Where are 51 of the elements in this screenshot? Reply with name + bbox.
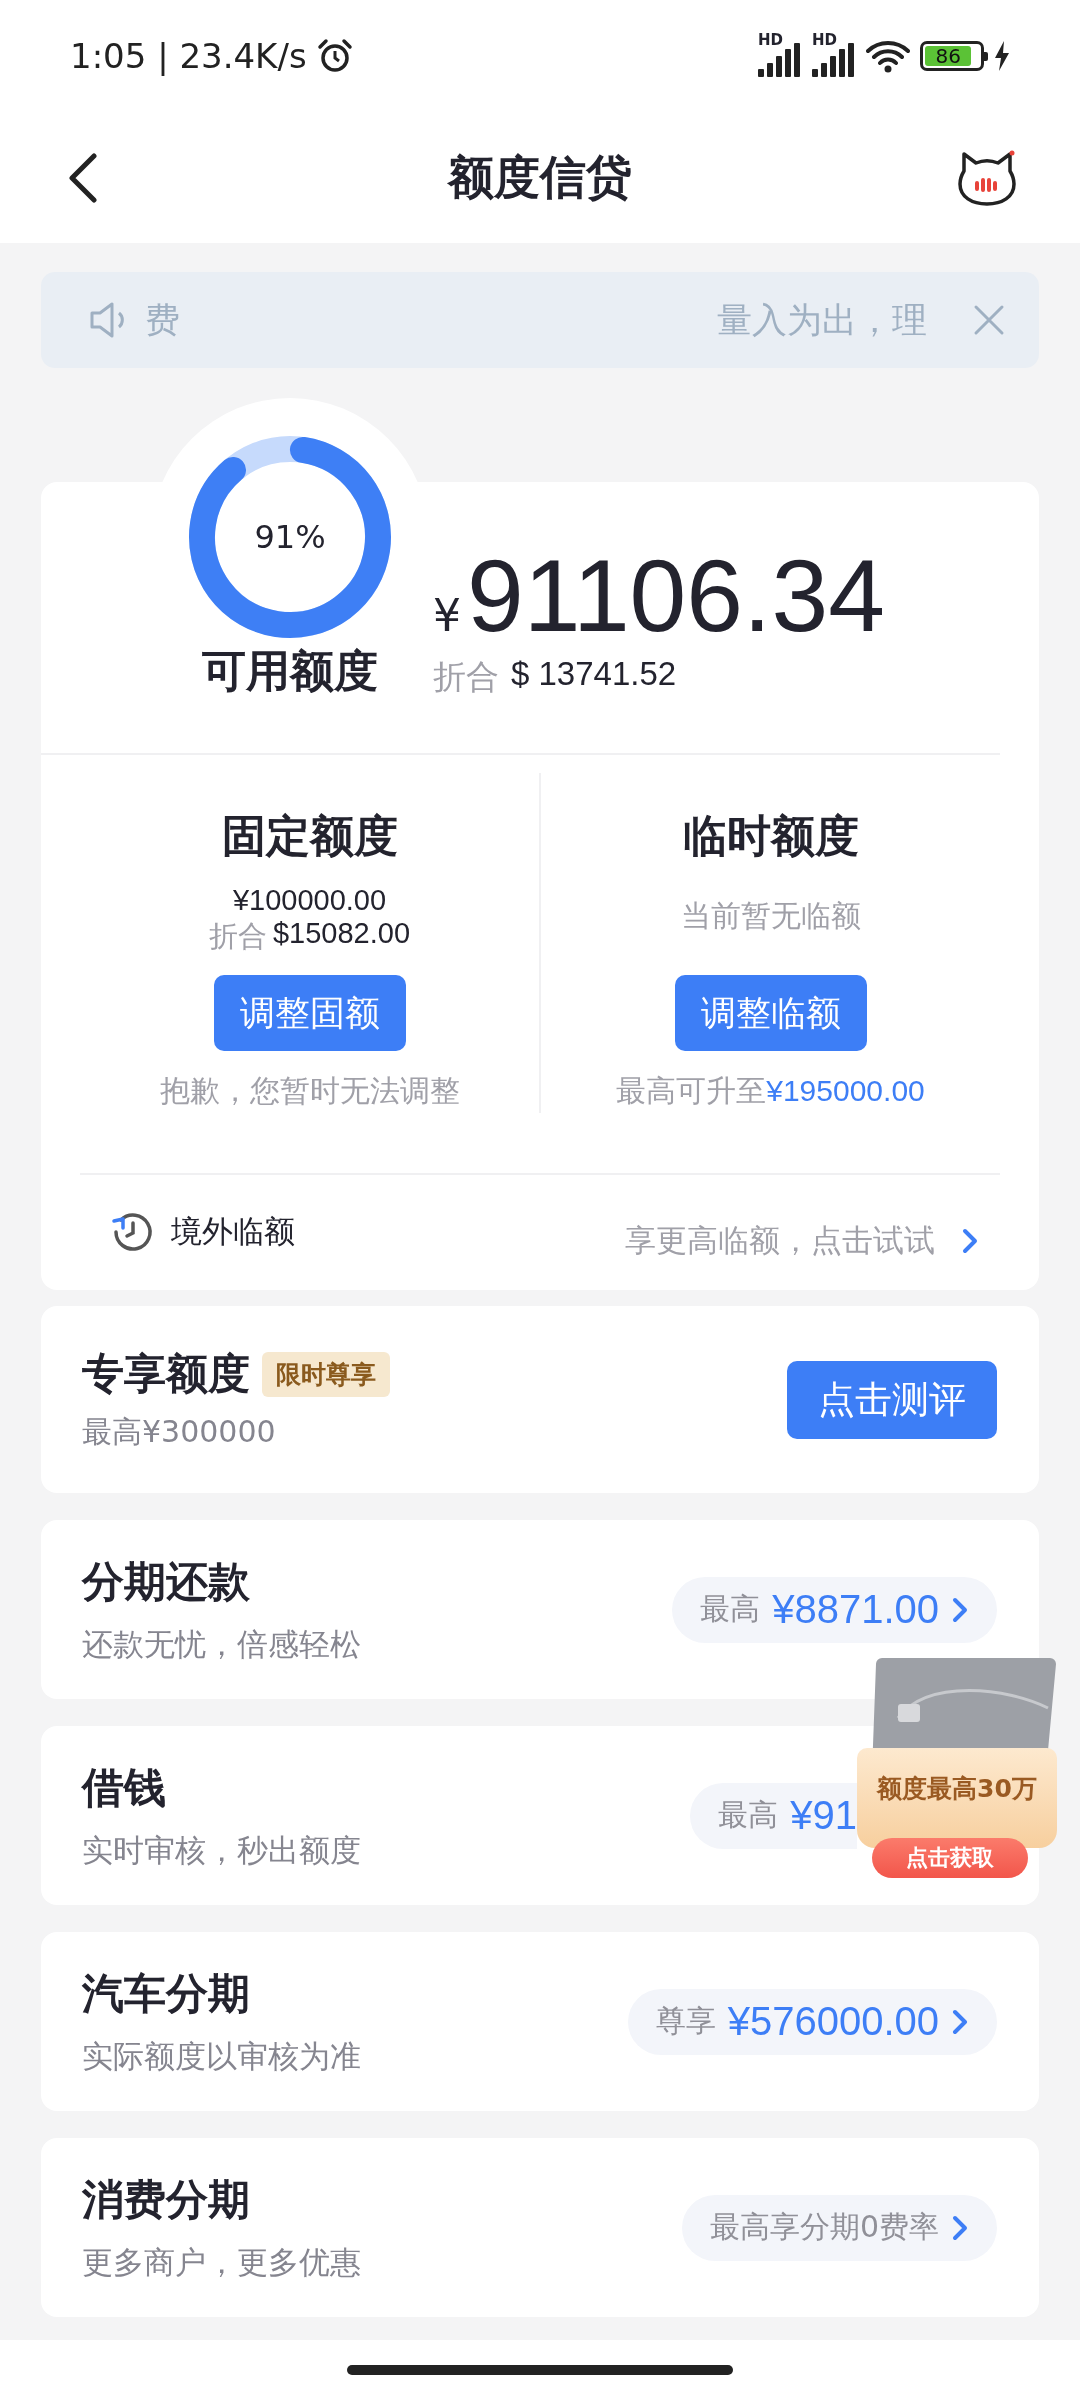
limit-chip[interactable]: 最高享分期0费率 (681, 2194, 997, 2261)
limit-note: 最高可升至¥195000.00 (616, 1072, 925, 1110)
available-amount: 91106.34 (467, 538, 885, 655)
get-offer-button[interactable]: 点击获取 (872, 1838, 1028, 1878)
converted-label: 折合 (433, 656, 499, 699)
limited-tag: 限时尊享 (262, 1351, 390, 1397)
usage-percent: 91% (254, 518, 326, 556)
product-title: 汽车分期 (82, 1967, 251, 2020)
battery-level: 86 (925, 46, 972, 66)
charging-icon (994, 41, 1010, 71)
product-title: 借钱 (82, 1761, 167, 1814)
available-label: 可用额度 (202, 644, 378, 698)
section-title: 临时额度 (682, 809, 859, 863)
limit-info: 当前暂无临额 (680, 897, 861, 935)
converted-label: 折合 (208, 918, 267, 955)
back-button[interactable] (68, 152, 98, 203)
product-subtitle: 实际额度以审核为准 (82, 2036, 362, 2076)
overseas-link[interactable]: 享更高临额，点击试试 (625, 1202, 979, 1279)
chevron-right-icon (961, 1226, 979, 1255)
signal-label: HD (758, 31, 783, 49)
limit-note: 抱歉，您暂时无法调整 (159, 1072, 460, 1110)
limit-chip[interactable]: 最高 ¥8871.00 (672, 1576, 997, 1643)
overseas-label: 境外临额 (171, 1211, 295, 1251)
limit-chip[interactable]: 最高 ¥91 (690, 1782, 857, 1849)
converted-amount: $ 13741.52 (511, 655, 677, 695)
adjust-button[interactable]: 调整临额 (674, 975, 867, 1051)
product-subtitle: 还款无忧，倍感轻松 (82, 1624, 362, 1664)
notice-text: 费 (145, 298, 180, 342)
cat-face-icon[interactable] (958, 148, 1016, 207)
wifi-icon (866, 39, 910, 73)
page-title: 额度信贷 (448, 149, 632, 204)
section-title: 固定额度 (221, 809, 398, 863)
signal-icon (758, 43, 802, 77)
currency-symbol: ¥ (433, 590, 461, 641)
card-title: 专享额度 (82, 1348, 250, 1400)
converted-amount: $15082.00 (272, 917, 411, 951)
evaluate-button[interactable]: 点击测评 (787, 1360, 997, 1439)
alarm-icon (316, 38, 353, 74)
signal-icon (812, 43, 856, 77)
promo-text: 额度最高30万 (877, 1773, 1037, 1805)
card-subtitle: 最高¥300000 (82, 1413, 277, 1451)
adjust-button[interactable]: 调整固额 (213, 975, 406, 1051)
product-subtitle: 实时审核，秒出额度 (82, 1830, 362, 1870)
signal-label: HD (812, 31, 837, 49)
product-subtitle: 更多商户，更多优惠 (82, 2242, 362, 2282)
product-title: 消费分期 (82, 2173, 251, 2226)
limit-amount: ¥100000.00 (232, 884, 387, 917)
notice-text: 量入为出，理 (717, 298, 927, 342)
limit-chip[interactable]: 尊享 ¥576000.00 (627, 1988, 997, 2055)
status-time: 1:05 | 23.4K/s (70, 36, 307, 76)
product-title: 分期还款 (82, 1555, 251, 1608)
